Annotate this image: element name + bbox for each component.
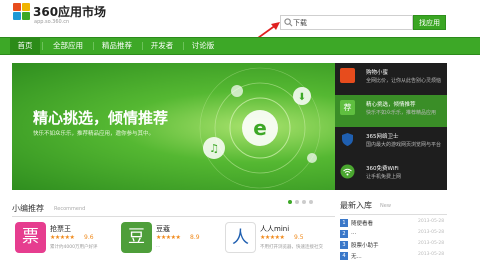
- app-name[interactable]: 人人mini: [260, 224, 289, 234]
- nav-all-apps[interactable]: 全部应用: [48, 38, 88, 54]
- svg-text:♫: ♫: [209, 142, 219, 155]
- section-title: 小编推荐: [12, 204, 44, 213]
- rank-badge: 4: [340, 252, 348, 260]
- recommend-icon: 荐: [340, 100, 355, 115]
- carousel-dots: [288, 200, 318, 206]
- search-box[interactable]: [280, 15, 413, 30]
- wifi-icon: [340, 164, 355, 179]
- nav-divider: [93, 42, 94, 50]
- search-input[interactable]: [293, 16, 411, 29]
- app-card[interactable]: 人 人人mini ★★★★★ 9.5 不用打开浏览器，快速连接社交: [225, 222, 325, 258]
- find-app-button[interactable]: 找应用: [413, 15, 446, 30]
- side-item-shopping[interactable]: 购物小蜜 全网比价，让你从此告别心灵烦恼: [335, 63, 447, 95]
- rank-badge: 3: [340, 241, 348, 249]
- svg-text:⬇: ⬇: [298, 92, 306, 103]
- app-name[interactable]: 豆蔻: [156, 224, 170, 234]
- douban-app-icon[interactable]: 豆: [121, 222, 152, 253]
- app-desc: 不用打开浏览器，快速连接社交: [260, 245, 323, 250]
- banner-illustration-icon: e ♫ ⬇: [199, 67, 321, 189]
- star-rating-icon: ★★★★★: [156, 234, 181, 241]
- list-item[interactable]: 1 随便看看 2013-05-28: [340, 218, 447, 228]
- shopping-bag-icon: [340, 68, 355, 83]
- nav-forum[interactable]: 讨论版: [187, 38, 219, 54]
- section-subtitle: Recommend: [54, 206, 86, 212]
- new-app-name[interactable]: 无...: [351, 252, 362, 260]
- star-rating-icon: ★★★★★: [50, 234, 75, 241]
- app-score: 8.9: [190, 234, 200, 241]
- rank-badge: 2: [340, 230, 348, 238]
- new-app-name[interactable]: 股票小助手: [351, 241, 379, 249]
- new-app-date: 2013-05-28: [418, 252, 445, 257]
- nav-divider: [183, 42, 184, 50]
- carousel-dot[interactable]: [309, 200, 313, 204]
- nav-featured[interactable]: 精品推荐: [97, 38, 137, 54]
- app-score: 9.5: [294, 234, 304, 241]
- side-item-title: 购物小蜜: [366, 70, 389, 76]
- divider: [12, 216, 335, 217]
- list-item[interactable]: 2 ... 2013-05-28: [340, 229, 447, 239]
- rank-badge: 1: [340, 219, 348, 227]
- side-item-title: 精心挑选，倾情推荐: [366, 102, 416, 108]
- renren-app-icon[interactable]: 人: [225, 222, 256, 253]
- logo-url: app.so.360.cn: [34, 19, 70, 25]
- side-item-security[interactable]: 365网络卫士 国内最大的游戏网页浏览网与平台: [335, 127, 447, 159]
- app-desc: 累计约4000万用户好评: [50, 245, 98, 250]
- shield-icon: [342, 133, 353, 146]
- side-item-desc: 让手机免费上网: [366, 174, 402, 180]
- new-apps-panel: 最新入库 New 1 随便看看 2013-05-28 2 ... 2013-05…: [340, 200, 447, 263]
- list-item[interactable]: 3 股票小助手 2013-05-28: [340, 240, 447, 250]
- main-nav: 首页 全部应用 精品推荐 开发者 讨论版: [0, 37, 480, 55]
- side-item-desc: 国内最大的游戏网页浏览网与平台: [366, 142, 442, 148]
- logo-icon[interactable]: [13, 3, 31, 21]
- new-apps-subtitle: New: [380, 203, 391, 209]
- promo-banner[interactable]: 精心挑选，倾情推荐 快乐不如众乐乐，推荐精品应用，邀你参与其中。 e ♫ ⬇: [12, 63, 335, 190]
- side-item-recommend[interactable]: 荐 精心挑选，倾情推荐 快乐不如众乐乐，推荐精品应用: [335, 95, 447, 127]
- new-app-date: 2013-05-28: [418, 230, 445, 235]
- carousel-dot[interactable]: [295, 200, 299, 204]
- banner-subtitle: 快乐不如众乐乐，推荐精品应用，邀你参与其中。: [33, 131, 155, 137]
- nav-home[interactable]: 首页: [10, 38, 40, 54]
- app-desc: ...: [156, 244, 161, 249]
- search-icon: [284, 18, 293, 27]
- nav-divider: [42, 42, 43, 50]
- ticket-app-icon[interactable]: 票: [15, 222, 46, 253]
- side-item-desc: 快乐不如众乐乐，推荐精品应用: [366, 110, 437, 116]
- nav-developer[interactable]: 开发者: [146, 38, 178, 54]
- new-apps-title: 最新入库: [340, 201, 372, 210]
- new-app-date: 2013-05-28: [418, 219, 445, 224]
- svg-text:e: e: [253, 116, 267, 140]
- side-item-title: 365网络卫士: [366, 134, 399, 140]
- app-card[interactable]: 豆 豆蔻 ★★★★★ 8.9 ...: [121, 222, 221, 258]
- new-app-name[interactable]: ...: [351, 230, 356, 236]
- logo-title[interactable]: 360应用市场: [33, 3, 106, 20]
- app-name[interactable]: 抢票王: [50, 224, 71, 234]
- side-item-desc: 全网比价，让你从此告别心灵烦恼: [366, 78, 442, 84]
- app-score: 9.6: [84, 234, 94, 241]
- app-card[interactable]: 票 抢票王 ★★★★★ 9.6 累计约4000万用户好评: [15, 222, 115, 258]
- feature-side-list: 购物小蜜 全网比价，让你从此告别心灵烦恼 荐 精心挑选，倾情推荐 快乐不如众乐乐…: [335, 63, 447, 190]
- nav-divider: [142, 42, 143, 50]
- star-rating-icon: ★★★★★: [260, 234, 285, 241]
- side-item-title: 360免费WiFi: [366, 166, 399, 172]
- list-item[interactable]: 4 无... 2013-05-28: [340, 251, 447, 261]
- side-item-wifi[interactable]: 360免费WiFi 让手机免费上网: [335, 159, 447, 191]
- banner-title: 精心挑选，倾情推荐: [33, 109, 169, 127]
- carousel-dot[interactable]: [302, 200, 306, 204]
- new-app-date: 2013-05-28: [418, 241, 445, 246]
- divider: [340, 214, 447, 215]
- new-app-name[interactable]: 随便看看: [351, 219, 373, 227]
- carousel-dot[interactable]: [288, 200, 292, 204]
